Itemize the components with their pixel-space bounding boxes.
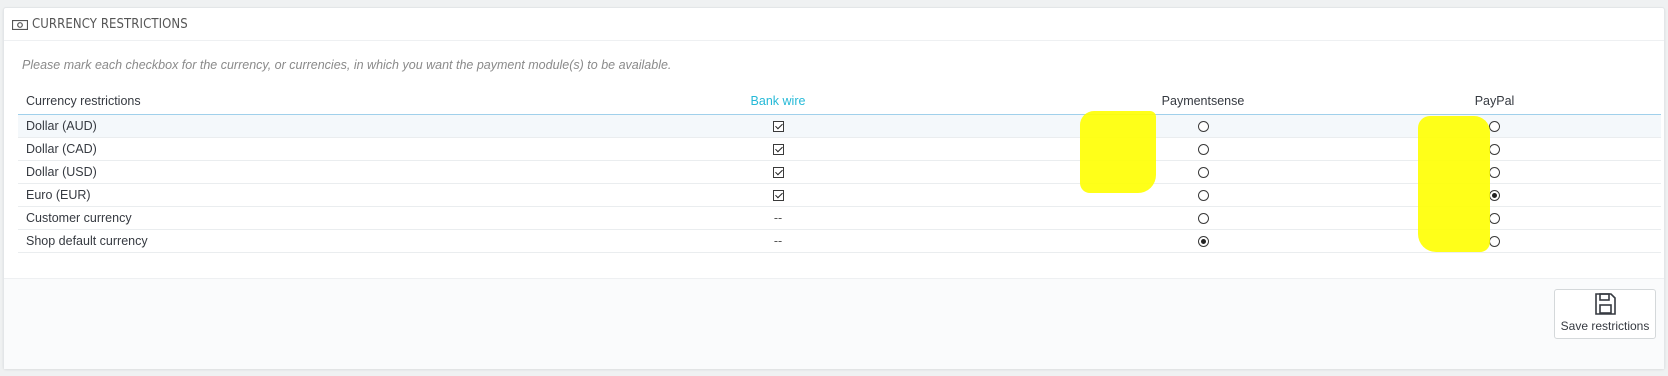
table-row: Dollar (AUD): [18, 114, 1661, 138]
paymentsense-cell: [1078, 206, 1328, 230]
panel-heading: CURRENCY RESTRICTIONS: [4, 8, 1664, 41]
paymentsense-cell: [1078, 229, 1328, 253]
paymentsense-cell: [1078, 160, 1328, 184]
not-available-text: --: [773, 234, 783, 248]
paymentsense-radio[interactable]: [1197, 190, 1209, 202]
paypal-radio[interactable]: [1489, 167, 1500, 179]
bankwire-empty: --: [478, 206, 1078, 230]
save-restrictions-label: Save restrictions: [1560, 319, 1650, 333]
money-icon: [11, 19, 29, 31]
paymentsense-cell: [1078, 137, 1328, 161]
header-paymentsense: Paymentsense: [1078, 88, 1328, 115]
paymentsense-radio[interactable]: [1197, 144, 1209, 156]
paypal-radio[interactable]: [1489, 236, 1500, 248]
paypal-radio[interactable]: [1489, 121, 1500, 133]
currency-restrictions-panel: CURRENCY RESTRICTIONS Please mark each c…: [3, 7, 1665, 369]
paypal-cell: [1328, 137, 1661, 161]
paymentsense-cell: [1078, 183, 1328, 207]
bankwire-checkbox[interactable]: [772, 121, 784, 133]
paypal-cell: [1328, 229, 1661, 253]
paypal-cell: [1328, 114, 1661, 138]
help-text: Please mark each checkbox for the curren…: [22, 58, 672, 72]
table-row: Customer currency --: [18, 206, 1661, 230]
header-paypal: PayPal: [1328, 88, 1661, 115]
floppy-disk-icon: [1595, 293, 1616, 315]
currency-label: Dollar (USD): [18, 160, 478, 184]
table-row: Dollar (USD): [18, 160, 1661, 184]
currency-label: Customer currency: [18, 206, 478, 230]
currency-restrictions-table: Currency restrictions Bank wire Payments…: [18, 88, 1661, 253]
currency-label: Dollar (AUD): [18, 114, 478, 138]
paypal-radio[interactable]: [1489, 190, 1500, 202]
header-currency-restrictions: Currency restrictions: [18, 88, 478, 115]
paypal-cell: [1328, 160, 1661, 184]
table-row: Dollar (CAD): [18, 137, 1661, 161]
save-restrictions-button[interactable]: Save restrictions: [1554, 289, 1656, 339]
paypal-radio[interactable]: [1489, 144, 1500, 156]
bankwire-cell: [478, 114, 1078, 138]
header-bank-wire[interactable]: Bank wire: [478, 88, 1078, 115]
currency-label: Dollar (CAD): [18, 137, 478, 161]
bankwire-checkbox[interactable]: [772, 190, 784, 202]
paymentsense-radio[interactable]: [1197, 121, 1209, 133]
panel-title: CURRENCY RESTRICTIONS: [32, 16, 188, 32]
bankwire-cell: [478, 160, 1078, 184]
paymentsense-cell: [1078, 114, 1328, 138]
currency-label: Shop default currency: [18, 229, 478, 253]
bankwire-cell: [478, 137, 1078, 161]
paypal-cell: [1328, 206, 1661, 230]
bankwire-empty: --: [478, 229, 1078, 253]
panel-footer: Save restrictions: [4, 278, 1664, 369]
paymentsense-radio[interactable]: [1197, 236, 1209, 248]
paymentsense-radio[interactable]: [1197, 167, 1209, 179]
bankwire-checkbox[interactable]: [772, 144, 784, 156]
table-header-row: Currency restrictions Bank wire Payments…: [18, 88, 1661, 115]
paypal-cell: [1328, 183, 1661, 207]
not-available-text: --: [773, 211, 783, 225]
bankwire-checkbox[interactable]: [772, 167, 784, 179]
table-row: Euro (EUR): [18, 183, 1661, 207]
table-row: Shop default currency --: [18, 229, 1661, 253]
paymentsense-radio[interactable]: [1197, 213, 1209, 225]
paypal-radio[interactable]: [1489, 213, 1500, 225]
currency-label: Euro (EUR): [18, 183, 478, 207]
bankwire-cell: [478, 183, 1078, 207]
